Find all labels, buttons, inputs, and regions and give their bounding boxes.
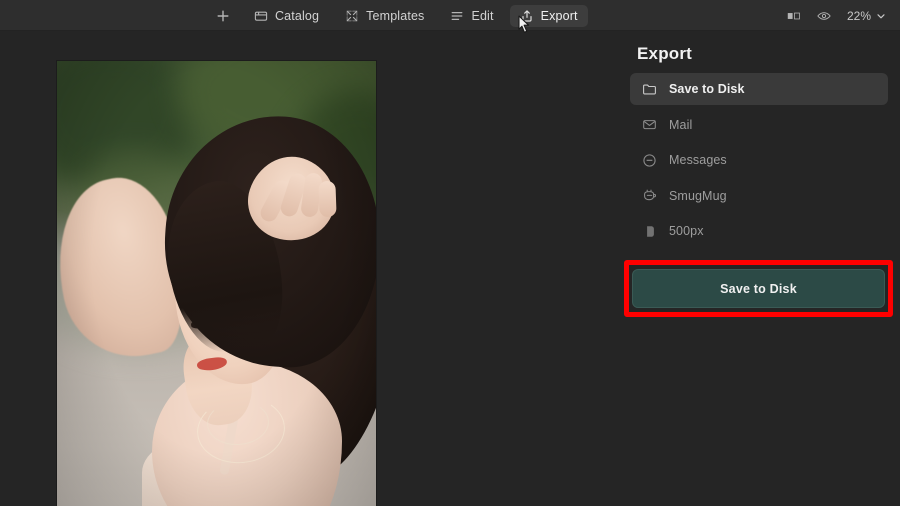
primary-action-area: Save to Disk — [624, 260, 893, 317]
app-window: Catalog Templates Edit Export 22% Export… — [0, 0, 900, 506]
destination-label: 500px — [669, 224, 704, 238]
catalog-button[interactable]: Catalog — [244, 5, 329, 27]
image-canvas[interactable] — [0, 31, 620, 506]
photo-background — [57, 61, 376, 506]
500px-icon — [642, 224, 657, 239]
plus-icon — [216, 9, 230, 23]
subject-figure — [57, 61, 376, 506]
split-view-icon[interactable] — [787, 9, 801, 23]
page-title: Export — [637, 44, 693, 63]
export-button[interactable]: Export — [509, 4, 588, 27]
destination-label: Messages — [669, 153, 727, 167]
save-to-disk-button[interactable]: Save to Disk — [632, 269, 885, 308]
chevron-down-icon — [876, 11, 886, 21]
messages-icon — [642, 153, 657, 168]
zoom-control[interactable]: 22% — [847, 9, 886, 23]
edit-icon — [450, 9, 464, 23]
destination-smugmug[interactable]: SmugMug — [630, 180, 888, 212]
edit-button[interactable]: Edit — [440, 5, 503, 27]
destination-label: SmugMug — [669, 188, 727, 203]
portrait-photo[interactable] — [57, 61, 376, 506]
smugmug-icon — [642, 188, 657, 203]
export-panel: Export Save to Disk Mail Messages SmugMu… — [620, 31, 900, 506]
destination-label: Save to Disk — [669, 82, 745, 96]
edit-label: Edit — [471, 8, 494, 23]
save-to-disk-button-label: Save to Disk — [720, 281, 797, 296]
folder-icon — [642, 82, 657, 97]
toolbar-main-actions: Catalog Templates Edit Export — [208, 0, 588, 31]
zoom-level-label: 22% — [846, 8, 871, 23]
top-toolbar: Catalog Templates Edit Export 22% — [0, 0, 900, 31]
templates-icon — [345, 9, 359, 23]
toolbar-view-controls: 22% — [787, 0, 886, 31]
finger — [318, 180, 337, 218]
export-icon — [520, 9, 534, 23]
envelope-icon — [642, 117, 657, 132]
export-destination-list: Save to Disk Mail Messages SmugMug 500px — [630, 73, 888, 251]
destination-messages[interactable]: Messages — [630, 144, 888, 176]
catalog-label: Catalog — [275, 8, 320, 23]
destination-mail[interactable]: Mail — [630, 109, 888, 141]
templates-label: Templates — [366, 8, 425, 23]
destination-save-to-disk[interactable]: Save to Disk — [630, 73, 888, 105]
destination-label: Mail — [669, 117, 693, 132]
add-button[interactable] — [208, 5, 238, 27]
templates-button[interactable]: Templates — [335, 5, 434, 27]
eye-icon[interactable] — [817, 9, 831, 23]
export-label: Export — [540, 8, 578, 23]
destination-500px[interactable]: 500px — [630, 215, 888, 247]
catalog-icon — [254, 9, 268, 23]
